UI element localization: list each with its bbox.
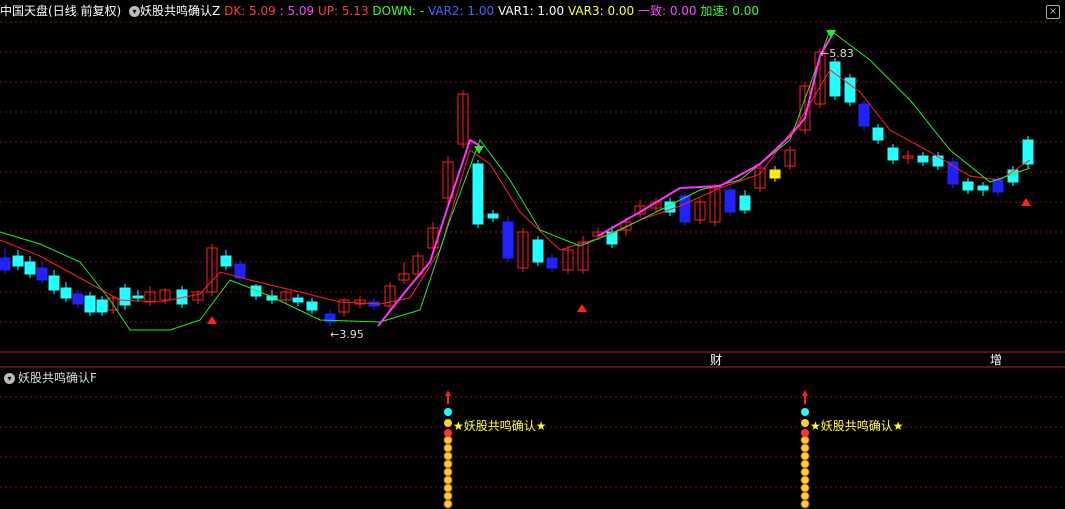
- butterfly-icon: [444, 419, 452, 427]
- coin-icon: [800, 483, 810, 493]
- candle-body: [60, 287, 72, 299]
- butterfly-icon: [444, 429, 452, 437]
- candle-body: [84, 295, 96, 313]
- candle-body: [12, 255, 24, 267]
- candle-body: [962, 181, 974, 191]
- sub-indicator-name[interactable]: 妖股共鸣确认F: [18, 371, 97, 385]
- candle-body: [36, 267, 48, 281]
- up-triangle-icon: [1021, 198, 1031, 206]
- candle-body: [306, 301, 318, 311]
- up-arrow-icon: [445, 390, 451, 396]
- candle-body: [917, 155, 929, 163]
- candle-body: [724, 189, 736, 213]
- high-price-label: ←5.83: [820, 47, 854, 60]
- ma-green-line: [0, 29, 1031, 331]
- candle-body: [96, 299, 108, 313]
- candle-body: [858, 103, 870, 127]
- candle-body: [502, 221, 514, 259]
- tag-finance: 财: [710, 353, 723, 367]
- coin-icon: [443, 451, 453, 461]
- coin-icon: [443, 483, 453, 493]
- candle-body: [679, 195, 691, 223]
- candle-body: [487, 213, 499, 219]
- candle-body: [546, 257, 558, 269]
- candle-body: [472, 163, 484, 225]
- coin-icon: [443, 491, 453, 501]
- butterfly-icon: [444, 408, 452, 416]
- coin-icon: [800, 451, 810, 461]
- ma-red-line: [0, 69, 1031, 305]
- candle-body: [24, 261, 36, 275]
- candle-body: [872, 127, 884, 141]
- coin-icon: [443, 499, 453, 509]
- candle-body: [932, 155, 944, 167]
- candle-body: [739, 195, 751, 211]
- coin-icon: [800, 475, 810, 485]
- coin-icon: [800, 459, 810, 469]
- coin-icon: [443, 467, 453, 477]
- trend-line: [597, 29, 836, 237]
- tag-increase: 增: [990, 353, 1003, 367]
- coin-icon: [443, 459, 453, 469]
- up-arrow-icon: [802, 390, 808, 396]
- sub-panel-header: ▾ 妖股共鸣确认F: [0, 368, 97, 388]
- candle-body: [132, 295, 144, 299]
- butterfly-icon: [801, 408, 809, 416]
- signal-label-1: ★妖股共鸣确认★: [453, 419, 547, 433]
- candle-body: [48, 275, 60, 291]
- candle-body: [0, 257, 11, 271]
- butterfly-icon: [801, 429, 809, 437]
- candle-body: [119, 287, 131, 306]
- candle-body: [292, 297, 304, 303]
- candle-body: [992, 179, 1004, 193]
- candle-body: [72, 293, 84, 305]
- chevron-circle-icon[interactable]: ▾: [4, 373, 15, 384]
- candle-body: [829, 61, 841, 97]
- candle-body: [1022, 139, 1034, 165]
- candle-body: [532, 239, 544, 263]
- coin-icon: [443, 475, 453, 485]
- up-triangle-icon: [207, 316, 217, 324]
- coin-icon: [443, 435, 453, 445]
- up-triangle-icon: [577, 304, 587, 312]
- butterfly-icon: [801, 419, 809, 427]
- coin-icon: [443, 443, 453, 453]
- candle-body: [887, 147, 899, 161]
- signal-label-2: ★妖股共鸣确认★: [810, 419, 904, 433]
- candle-body: [220, 255, 232, 267]
- coin-icon: [800, 491, 810, 501]
- coin-icon: [800, 443, 810, 453]
- coin-icon: [800, 435, 810, 445]
- candle-body: [977, 185, 989, 191]
- low-price-label: ←3.95: [330, 328, 364, 341]
- candle-body: [250, 285, 262, 297]
- coin-icon: [800, 499, 810, 509]
- candle-body: [769, 169, 781, 179]
- coin-icon: [800, 467, 810, 477]
